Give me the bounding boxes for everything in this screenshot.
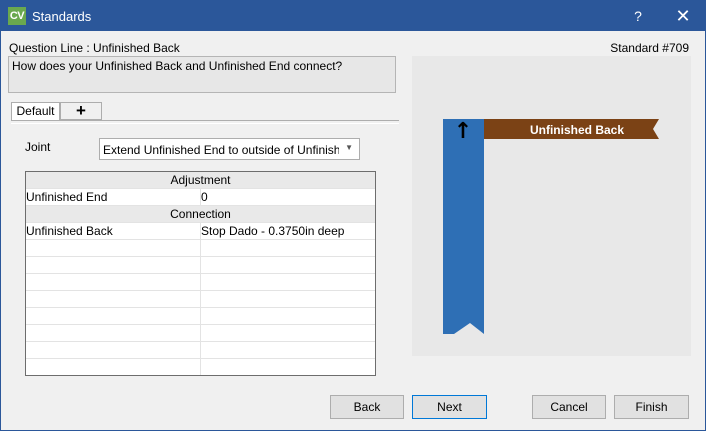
empty-row xyxy=(26,291,375,308)
empty-row xyxy=(26,359,375,376)
help-button[interactable]: ? xyxy=(627,5,649,27)
question-line-label: Question Line : Unfinished Back xyxy=(9,41,180,55)
adjustment-header: Adjustment xyxy=(26,172,375,189)
joint-label: Joint xyxy=(25,140,51,154)
table-row[interactable]: Unfinished Back Stop Dado - 0.3750in dee… xyxy=(26,223,375,240)
table-row[interactable]: Unfinished End 0 xyxy=(26,189,375,206)
empty-row xyxy=(26,274,375,291)
standards-dialog: CV Standards ? ✕ Question Line : Unfinis… xyxy=(0,0,706,431)
finish-button[interactable]: Finish xyxy=(614,395,689,419)
app-logo-icon: CV xyxy=(8,7,26,25)
row-name: Unfinished End xyxy=(26,189,201,205)
chevron-down-icon: ▼ xyxy=(345,143,353,152)
joint-dropdown[interactable]: Extend Unfinished End to outside of Unfi… xyxy=(99,138,360,160)
empty-row xyxy=(26,308,375,325)
title-bar: CV Standards ? ✕ xyxy=(1,1,705,31)
tab-default[interactable]: Default xyxy=(11,102,60,121)
empty-row xyxy=(26,240,375,257)
empty-row xyxy=(26,325,375,342)
properties-grid: Adjustment Unfinished End 0 Connection U… xyxy=(25,171,376,376)
close-button[interactable]: ✕ xyxy=(672,5,694,27)
empty-row xyxy=(26,257,375,274)
joint-preview-panel: Unfinished Back ↑ xyxy=(412,56,691,356)
connection-header: Connection xyxy=(26,206,375,223)
empty-row xyxy=(26,342,375,359)
back-button[interactable]: Back xyxy=(330,395,404,419)
next-button[interactable]: Next xyxy=(412,395,487,419)
cancel-button[interactable]: Cancel xyxy=(532,395,606,419)
standard-number: Standard #709 xyxy=(610,41,689,55)
arrow-up-icon: ↑ xyxy=(454,119,472,144)
unfinished-back-label: Unfinished Back xyxy=(530,123,624,137)
joint-diagram: Unfinished Back ↑ xyxy=(443,119,659,334)
tab-divider xyxy=(11,120,399,124)
row-value[interactable]: Stop Dado - 0.3750in deep xyxy=(201,223,375,239)
unfinished-end-panel xyxy=(443,119,484,334)
window-title: Standards xyxy=(32,9,92,24)
row-name: Unfinished Back xyxy=(26,223,201,239)
question-text-box: How does your Unfinished Back and Unfini… xyxy=(8,56,396,93)
row-value[interactable]: 0 xyxy=(201,189,375,205)
add-tab-button[interactable]: + xyxy=(60,102,102,120)
joint-selected-value: Extend Unfinished End to outside of Unfi… xyxy=(103,143,339,157)
